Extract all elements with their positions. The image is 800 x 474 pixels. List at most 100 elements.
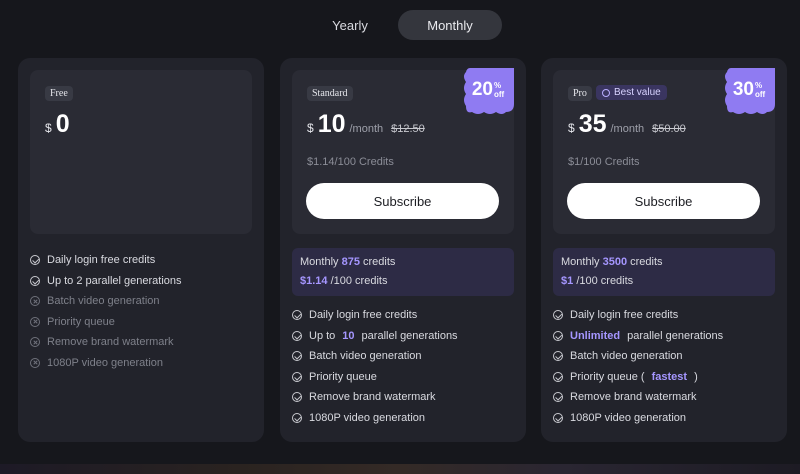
feature-text: Priority queue ( bbox=[570, 370, 645, 383]
discount-label: 20 % off bbox=[462, 68, 514, 112]
subscribe-button[interactable]: Subscribe bbox=[567, 183, 760, 219]
feature-text: 1080P video generation bbox=[570, 411, 687, 424]
discount-percent: % bbox=[754, 81, 763, 90]
plan-price: $ 35 /month $50.00 bbox=[568, 110, 686, 139]
feature-text: Daily login free credits bbox=[309, 309, 418, 322]
feature-highlight: fastest bbox=[651, 370, 688, 383]
discount-percent: % bbox=[493, 81, 502, 90]
check-circle-icon bbox=[553, 412, 563, 423]
feature-item: Remove brand watermark bbox=[553, 387, 723, 408]
feature-list-pro: Daily login free credits Unlimited parall… bbox=[553, 305, 723, 428]
monthly-suffix: credits bbox=[363, 256, 396, 268]
yearly-tab[interactable]: Yearly bbox=[310, 10, 390, 40]
credits-price-unit: /100 credits bbox=[330, 275, 388, 287]
feature-item: Daily login free credits bbox=[30, 250, 182, 271]
currency-symbol: $ bbox=[45, 121, 52, 135]
feature-list-free: Daily login free credits Up to 2 paralle… bbox=[30, 250, 182, 373]
feature-highlight: Unlimited bbox=[570, 329, 621, 342]
feature-item: Priority queue ( fastest) bbox=[553, 367, 723, 388]
background-image-strip bbox=[0, 464, 800, 474]
plan-card-free: Free $ 0 Daily login free credits Up to … bbox=[18, 58, 264, 442]
monthly-tab[interactable]: Monthly bbox=[398, 10, 502, 40]
price-amount: 10 bbox=[317, 110, 346, 138]
plan-tag: Standard bbox=[307, 86, 353, 101]
plan-header-free: Free $ 0 bbox=[30, 70, 252, 234]
check-circle-icon bbox=[292, 412, 302, 423]
feature-item: Daily login free credits bbox=[553, 305, 723, 326]
original-price: $12.50 bbox=[391, 123, 425, 135]
feature-text: Daily login free credits bbox=[570, 309, 679, 322]
feature-item: Batch video generation bbox=[553, 346, 723, 367]
check-circle-icon bbox=[292, 371, 302, 382]
discount-badge: 20 % off bbox=[462, 68, 514, 116]
plan-tag: Pro bbox=[568, 86, 592, 101]
subscribe-button[interactable]: Subscribe bbox=[306, 183, 499, 219]
monthly-prefix: Monthly bbox=[300, 256, 339, 268]
plan-price: $ 0 bbox=[45, 110, 70, 139]
plan-tag: Free bbox=[45, 86, 73, 101]
feature-item: Unlimited parallel generations bbox=[553, 326, 723, 347]
monthly-credits: Monthly 875 credits bbox=[300, 256, 506, 268]
feature-text: Priority queue bbox=[47, 315, 115, 328]
monthly-suffix: credits bbox=[630, 256, 663, 268]
feature-text: ) bbox=[694, 370, 698, 383]
feature-item: 1080P video generation bbox=[292, 408, 458, 429]
monthly-credits-amount: 875 bbox=[341, 256, 360, 268]
original-price: $50.00 bbox=[652, 123, 686, 135]
check-circle-icon bbox=[30, 255, 40, 266]
feature-text: Remove brand watermark bbox=[47, 336, 174, 349]
feature-text: Batch video generation bbox=[309, 350, 422, 363]
feature-item: Daily login free credits bbox=[292, 305, 458, 326]
billing-toggle: Yearly Monthly bbox=[310, 10, 502, 40]
plan-card-pro: Pro Best value $ 35 /month $50.00 $1/100… bbox=[541, 58, 787, 442]
price-amount: 0 bbox=[55, 110, 70, 138]
feature-text: parallel generations bbox=[361, 329, 458, 342]
feature-highlight: 10 bbox=[342, 329, 355, 342]
feature-list-standard: Daily login free credits Up to 10 parallel… bbox=[292, 305, 458, 428]
check-circle-icon bbox=[553, 330, 563, 341]
check-circle-icon bbox=[292, 310, 302, 321]
currency-symbol: $ bbox=[568, 121, 575, 135]
best-value-badge: Best value bbox=[596, 85, 667, 100]
feature-item-disabled: Priority queue bbox=[30, 312, 182, 333]
x-circle-icon bbox=[30, 296, 40, 307]
clock-icon bbox=[602, 88, 610, 97]
feature-item: 1080P video generation bbox=[553, 408, 723, 429]
feature-text: Remove brand watermark bbox=[309, 391, 436, 404]
credits-price-unit: /100 credits bbox=[576, 275, 634, 287]
credits-price: $1 /100 credits bbox=[561, 275, 767, 287]
feature-item-disabled: Remove brand watermark bbox=[30, 332, 182, 353]
feature-item: Up to 10 parallel generations bbox=[292, 326, 458, 347]
x-circle-icon bbox=[30, 357, 40, 368]
plan-card-standard: Standard $ 10 /month $12.50 $1.14/100 Cr… bbox=[280, 58, 526, 442]
check-circle-icon bbox=[30, 275, 40, 286]
best-value-text: Best value bbox=[614, 87, 661, 98]
feature-text: parallel generations bbox=[627, 329, 724, 342]
feature-item: Priority queue bbox=[292, 367, 458, 388]
feature-item: Remove brand watermark bbox=[292, 387, 458, 408]
discount-badge: 30 % off bbox=[723, 68, 775, 116]
feature-text: Batch video generation bbox=[570, 350, 683, 363]
credits-price: $1.14 /100 credits bbox=[300, 275, 506, 287]
discount-number: 30 bbox=[732, 79, 754, 100]
plan-price: $ 10 /month $12.50 bbox=[307, 110, 425, 139]
feature-text: Up to 2 parallel generations bbox=[47, 274, 182, 287]
feature-text: Batch video generation bbox=[47, 295, 160, 308]
price-amount: 35 bbox=[578, 110, 607, 138]
monthly-credits: Monthly 3500 credits bbox=[561, 256, 767, 268]
feature-text: 1080P video generation bbox=[309, 411, 426, 424]
feature-item: Up to 2 parallel generations bbox=[30, 271, 182, 292]
price-period: /month bbox=[610, 123, 645, 135]
discount-number: 20 bbox=[471, 79, 493, 100]
feature-text: Up to bbox=[309, 329, 336, 342]
discount-off: off bbox=[754, 90, 766, 99]
feature-text: Remove brand watermark bbox=[570, 391, 697, 404]
monthly-prefix: Monthly bbox=[561, 256, 600, 268]
check-circle-icon bbox=[292, 392, 302, 403]
check-circle-icon bbox=[292, 330, 302, 341]
credits-rate: $1.14/100 Credits bbox=[307, 156, 394, 168]
feature-text: Daily login free credits bbox=[47, 254, 156, 267]
feature-text: Priority queue bbox=[309, 370, 377, 383]
feature-text: 1080P video generation bbox=[47, 356, 164, 369]
monthly-credits-box: Monthly 3500 credits $1 /100 credits bbox=[553, 248, 775, 296]
